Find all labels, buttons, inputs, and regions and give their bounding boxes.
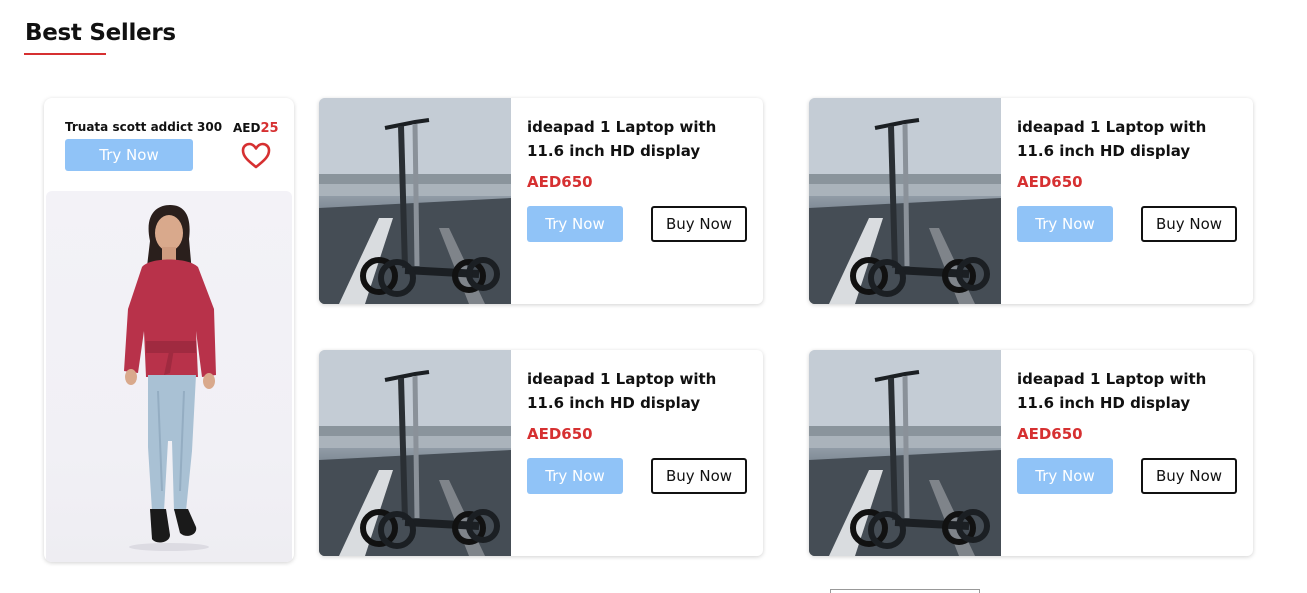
heart-icon[interactable] bbox=[241, 142, 271, 170]
featured-product-card[interactable]: Truata scott addict 300 AED25 Try Now bbox=[44, 98, 294, 562]
featured-product-name: Truata scott addict 300 bbox=[65, 120, 223, 134]
product-title[interactable]: ideapad 1 Laptop with 11.6 inch HD displ… bbox=[1017, 115, 1242, 163]
scooter-photo bbox=[319, 98, 511, 304]
product-image[interactable] bbox=[319, 350, 511, 556]
scooter-photo bbox=[809, 350, 1001, 556]
product-card[interactable]: ideapad 1 Laptop with 11.6 inch HD displ… bbox=[809, 98, 1253, 304]
try-now-button[interactable]: Try Now bbox=[527, 206, 623, 242]
featured-price-value: 25 bbox=[260, 121, 279, 136]
buy-now-button[interactable]: Buy Now bbox=[651, 206, 747, 242]
product-price: AED650 bbox=[1017, 425, 1083, 443]
product-image[interactable] bbox=[809, 350, 1001, 556]
try-now-button[interactable]: Try Now bbox=[1017, 458, 1113, 494]
product-card[interactable]: ideapad 1 Laptop with 11.6 inch HD displ… bbox=[319, 350, 763, 556]
buy-now-button[interactable]: Buy Now bbox=[1141, 458, 1237, 494]
featured-product-image[interactable] bbox=[46, 191, 292, 562]
product-card[interactable]: ideapad 1 Laptop with 11.6 inch HD displ… bbox=[809, 350, 1253, 556]
featured-try-now-button[interactable]: Try Now bbox=[65, 139, 193, 171]
model-photo bbox=[124, 205, 216, 551]
featured-currency: AED bbox=[233, 121, 261, 135]
product-title[interactable]: ideapad 1 Laptop with 11.6 inch HD displ… bbox=[527, 115, 752, 163]
featured-product-price: AED25 bbox=[233, 121, 279, 136]
buy-now-button[interactable]: Buy Now bbox=[651, 458, 747, 494]
pagination-box[interactable] bbox=[830, 589, 980, 593]
section-title: Best Sellers bbox=[25, 20, 176, 46]
scooter-photo bbox=[809, 98, 1001, 304]
product-image[interactable] bbox=[809, 98, 1001, 304]
product-price: AED650 bbox=[527, 425, 593, 443]
product-title[interactable]: ideapad 1 Laptop with 11.6 inch HD displ… bbox=[1017, 367, 1242, 415]
try-now-button[interactable]: Try Now bbox=[1017, 206, 1113, 242]
product-title[interactable]: ideapad 1 Laptop with 11.6 inch HD displ… bbox=[527, 367, 752, 415]
product-card[interactable]: ideapad 1 Laptop with 11.6 inch HD displ… bbox=[319, 98, 763, 304]
scooter-photo bbox=[319, 350, 511, 556]
product-price: AED650 bbox=[1017, 173, 1083, 191]
try-now-button[interactable]: Try Now bbox=[527, 458, 623, 494]
product-price: AED650 bbox=[527, 173, 593, 191]
buy-now-button[interactable]: Buy Now bbox=[1141, 206, 1237, 242]
product-image[interactable] bbox=[319, 98, 511, 304]
title-underline bbox=[24, 53, 106, 55]
